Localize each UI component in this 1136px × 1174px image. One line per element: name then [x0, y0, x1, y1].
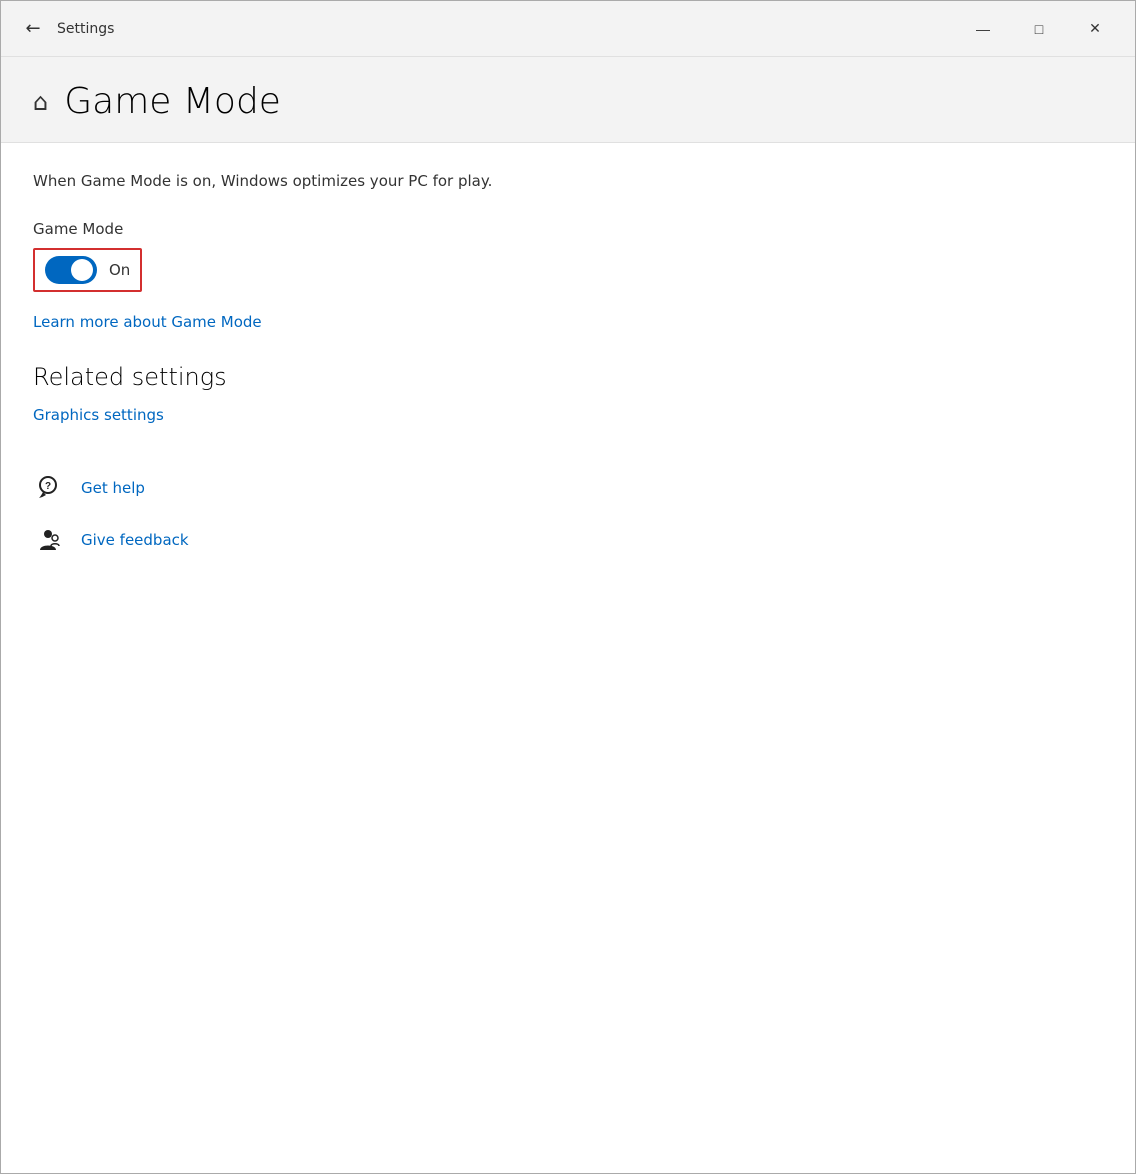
page-title: Game Mode: [64, 81, 281, 122]
page-header: ⌂ Game Mode: [1, 57, 1135, 143]
graphics-settings-link[interactable]: Graphics settings: [33, 406, 164, 424]
related-settings-section: Related settings Graphics settings: [33, 363, 1103, 424]
give-feedback-label[interactable]: Give feedback: [81, 531, 189, 549]
minimize-button[interactable]: —: [955, 1, 1011, 57]
window-title: Settings: [57, 21, 955, 37]
maximize-button[interactable]: □: [1011, 1, 1067, 57]
close-button[interactable]: ✕: [1067, 1, 1123, 57]
back-button[interactable]: ←: [13, 9, 53, 49]
settings-window: ← Settings — □ ✕ ⌂ Game Mode When Game M…: [0, 0, 1136, 1174]
feedback-icon: [33, 524, 65, 556]
get-help-item[interactable]: ? Get help: [33, 472, 1103, 504]
home-icon: ⌂: [33, 90, 48, 114]
description-text: When Game Mode is on, Windows optimizes …: [33, 171, 1103, 192]
toggle-knob: [71, 259, 93, 281]
game-mode-label: Game Mode: [33, 220, 1103, 238]
titlebar: ← Settings — □ ✕: [1, 1, 1135, 57]
get-help-label[interactable]: Get help: [81, 479, 145, 497]
learn-more-link[interactable]: Learn more about Game Mode: [33, 313, 262, 331]
get-help-icon: ?: [33, 472, 65, 504]
window-controls: — □ ✕: [955, 1, 1123, 57]
related-settings-title: Related settings: [33, 363, 1103, 391]
give-feedback-item[interactable]: Give feedback: [33, 524, 1103, 556]
toggle-highlight-box: On: [33, 248, 142, 292]
game-mode-toggle[interactable]: [45, 256, 97, 284]
main-content: When Game Mode is on, Windows optimizes …: [1, 143, 1135, 604]
svg-text:?: ?: [45, 481, 51, 492]
toggle-state-label: On: [109, 261, 130, 279]
content-area: ⌂ Game Mode When Game Mode is on, Window…: [1, 57, 1135, 1173]
help-section: ? Get help: [33, 472, 1103, 556]
